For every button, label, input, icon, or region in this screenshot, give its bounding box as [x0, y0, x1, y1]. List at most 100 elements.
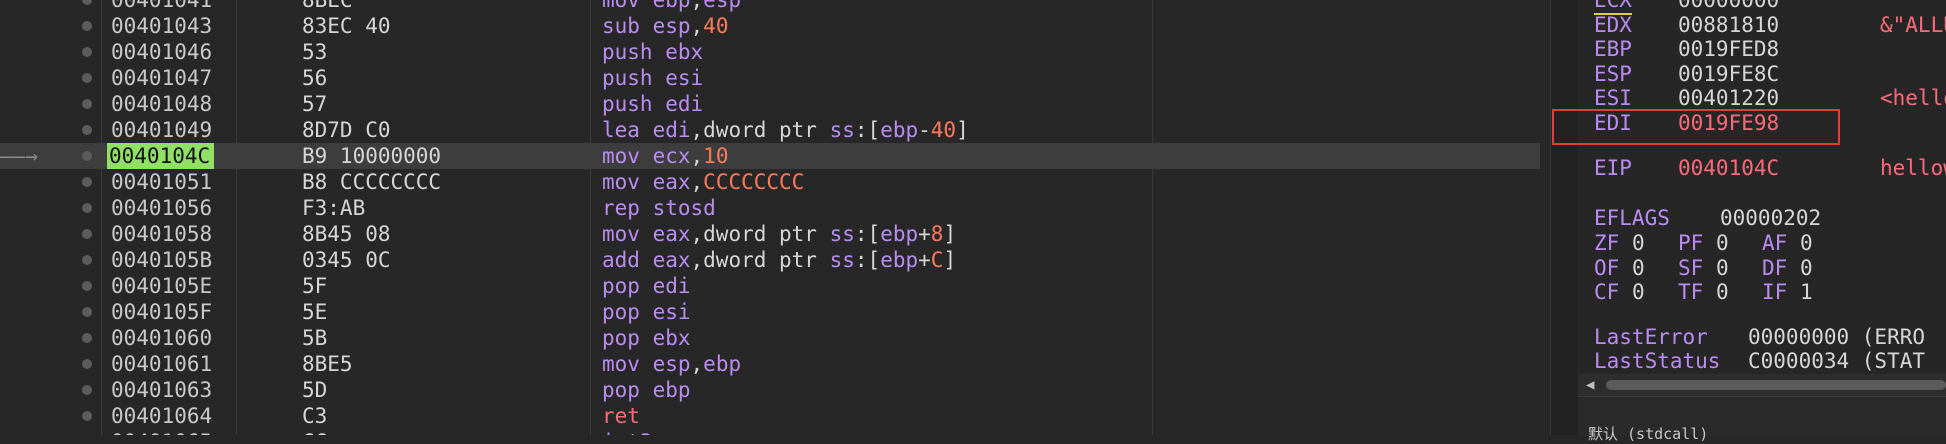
flag-of[interactable]: OF 0 — [1594, 255, 1645, 281]
disassembly-view[interactable]: 00401041 8BEC mov ebp,esp 00401043 83EC 40 su… — [0, 0, 1550, 435]
pane-splitter[interactable] — [1550, 0, 1579, 435]
disasm-row[interactable]: 00401060 5B pop ebx — [0, 325, 1540, 351]
instruction-cell: mov eax,dword ptr ss:[ebp+8] — [602, 221, 956, 247]
flag-if[interactable]: IF 1 — [1762, 279, 1813, 305]
address-cell: 00401064 — [111, 404, 213, 428]
instruction-cell: mov eax,CCCCCCCC — [602, 169, 804, 195]
breakpoint-dot-icon[interactable] — [82, 307, 92, 317]
disasm-row[interactable]: 0040105F 5E pop esi — [0, 299, 1540, 325]
operand: :[ — [854, 248, 881, 272]
instruction-cell: pop esi — [602, 299, 691, 325]
flag-df[interactable]: DF 0 — [1762, 255, 1813, 281]
flag-value: 0 — [1799, 255, 1813, 280]
flag-name: OF — [1594, 255, 1632, 280]
disasm-row[interactable]: 0040105E 5F pop edi — [0, 273, 1540, 299]
mnemonic: mov — [602, 0, 653, 12]
instruction-cell: push edi — [602, 91, 703, 117]
address-cell: 00401063 — [111, 378, 213, 402]
disasm-row[interactable]: 0040105B 0345 0C add eax,dword ptr ss:[ebp… — [0, 247, 1540, 273]
register-value[interactable]: 0019FE8C — [1678, 61, 1779, 87]
register-value[interactable]: 0040104C — [1678, 155, 1779, 181]
scrollbar-thumb[interactable] — [1606, 380, 1946, 390]
register-value[interactable]: 0019FED8 — [1678, 36, 1779, 62]
registers-horizontal-scrollbar[interactable]: ◀ — [1578, 374, 1946, 396]
register-value[interactable]: 00000000 (ERRO — [1748, 324, 1925, 350]
register-comment: hellow — [1880, 156, 1946, 180]
disasm-row[interactable]: 00401046 53 push ebx — [0, 39, 1540, 65]
disasm-row[interactable]: 00401041 8BEC mov ebp,esp — [0, 0, 1540, 13]
operand: edi — [665, 92, 704, 116]
register-value[interactable]: C0000034 (STAT — [1748, 348, 1925, 374]
flag-cf[interactable]: CF 0 — [1594, 279, 1645, 305]
breakpoint-dot-icon[interactable] — [82, 385, 92, 395]
breakpoint-dot-icon[interactable] — [82, 229, 92, 239]
registers-panel[interactable]: ECX00000000EDX00881810&"ALLUEBP0019FED8E… — [1578, 0, 1946, 435]
flag-value: 0 — [1715, 255, 1729, 280]
disasm-row[interactable]: 00401049 8D7D C0 lea edi,dword ptr ss:[ebp… — [0, 117, 1540, 143]
operand: + — [918, 222, 931, 246]
disasm-row[interactable]: 00401043 83EC 40 sub esp,40 — [0, 13, 1540, 39]
operand: C — [930, 248, 944, 272]
breakpoint-dot-icon[interactable] — [82, 47, 92, 57]
flag-sf[interactable]: SF 0 — [1678, 255, 1729, 281]
disasm-row[interactable]: 00401051 B8 CCCCCCCC mov eax,CCCCCCCC — [0, 169, 1540, 195]
operand: edi — [652, 118, 691, 142]
operand: esp — [652, 352, 691, 376]
bytes-cell: 53 — [302, 40, 328, 64]
bytes-cell: 8D7D C0 — [302, 118, 391, 142]
breakpoint-dot-icon[interactable] — [82, 281, 92, 291]
flag-value: 0 — [1715, 231, 1729, 255]
breakpoint-dot-icon[interactable] — [82, 177, 92, 187]
flag-value: 0 — [1631, 280, 1645, 304]
operand: ,dword ptr — [690, 222, 830, 246]
register-value[interactable]: 00881810 — [1678, 12, 1779, 38]
register-name: LastError — [1594, 325, 1708, 349]
bytes-cell: 8BE5 — [302, 352, 353, 376]
mnemonic: pop — [602, 326, 653, 350]
bytes-cell: C3 — [302, 404, 328, 428]
flag-af[interactable]: AF 0 — [1762, 230, 1813, 256]
breakpoint-dot-icon[interactable] — [82, 99, 92, 109]
breakpoint-dot-icon[interactable] — [82, 333, 92, 343]
disasm-row[interactable]: ——→ 0040104C B9 10000000 mov ecx,10 — [0, 143, 1540, 169]
breakpoint-dot-icon[interactable] — [82, 21, 92, 31]
flag-tf[interactable]: TF 0 — [1678, 279, 1729, 305]
scroll-left-icon[interactable]: ◀ — [1586, 377, 1594, 393]
mnemonic: mov — [602, 144, 653, 168]
instruction-cell: pop ebp — [602, 377, 691, 403]
disasm-row[interactable]: 00401064 C3 ret — [0, 403, 1540, 429]
breakpoint-dot-icon[interactable] — [82, 203, 92, 213]
flag-name: CF — [1594, 280, 1632, 304]
calling-convention-label[interactable]: 默认 (stdcall) — [1588, 423, 1708, 444]
bytes-cell: 57 — [302, 92, 328, 116]
mnemonic: ret — [602, 404, 640, 428]
disasm-row[interactable]: 00401061 8BE5 mov esp,ebp — [0, 351, 1540, 377]
bytes-cell: 83EC 40 — [302, 14, 391, 38]
register-value[interactable]: 00000202 — [1720, 205, 1821, 231]
disasm-row[interactable]: 00401056 F3:AB rep stosd — [0, 195, 1540, 221]
address-cell: 0040105E — [111, 274, 213, 298]
flag-pf[interactable]: PF 0 — [1678, 230, 1729, 256]
mnemonic: sub — [602, 14, 653, 38]
breakpoint-dot-icon[interactable] — [82, 151, 92, 161]
instruction-cell: mov ebp,esp — [602, 0, 741, 13]
breakpoint-dot-icon[interactable] — [82, 255, 92, 265]
breakpoint-dot-icon[interactable] — [82, 125, 92, 135]
flag-name: TF — [1678, 280, 1716, 304]
register-name: EFLAGS — [1594, 206, 1670, 230]
disasm-row[interactable]: 00401063 5D pop ebp — [0, 377, 1540, 403]
disasm-row[interactable]: 00401048 57 push edi — [0, 91, 1540, 117]
disasm-row[interactable]: 00401047 56 push esi — [0, 65, 1540, 91]
disasm-row[interactable]: 00401058 8B45 08 mov eax,dword ptr ss:[ebp… — [0, 221, 1540, 247]
address-cell: 00401058 — [111, 222, 213, 246]
register-comment: <hello — [1880, 86, 1946, 110]
breakpoint-dot-icon[interactable] — [82, 359, 92, 369]
breakpoint-dot-icon[interactable] — [82, 411, 92, 421]
flag-value: 0 — [1799, 231, 1813, 255]
disasm-row[interactable]: 00401065 CC int3 — [0, 429, 1540, 435]
breakpoint-dot-icon[interactable] — [82, 73, 92, 83]
register-value[interactable]: 00401220 — [1678, 85, 1779, 111]
flag-zf[interactable]: ZF 0 — [1594, 230, 1645, 256]
breakpoint-dot-icon[interactable] — [82, 0, 92, 5]
mnemonic: add — [602, 248, 653, 272]
